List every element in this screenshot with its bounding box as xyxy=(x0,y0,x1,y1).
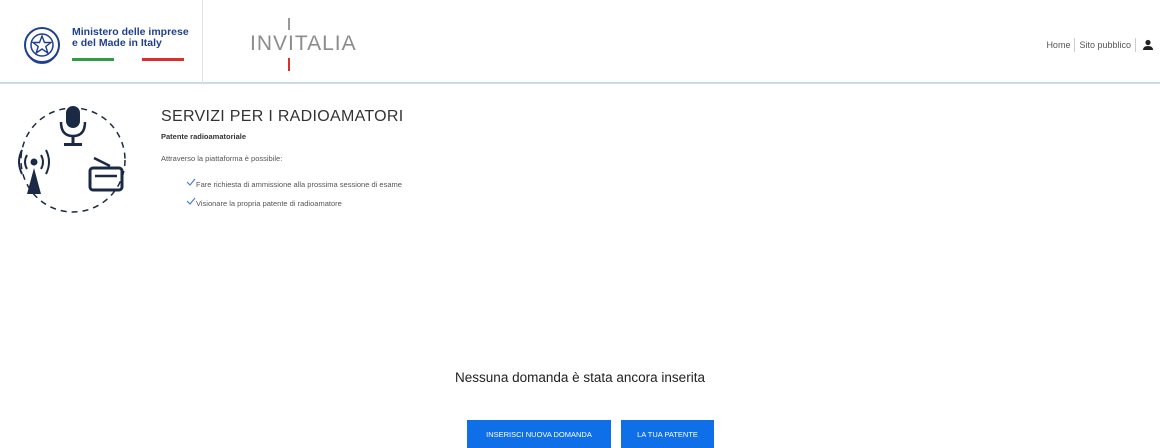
radio-services-illustration-icon xyxy=(18,106,126,213)
ministry-logo[interactable]: Ministero delle imprese e del Made in It… xyxy=(22,24,192,68)
nav-home-link[interactable]: Home xyxy=(1042,40,1074,50)
logo-bar-bottom xyxy=(288,58,290,71)
invitalia-logo[interactable]: INVITALIA xyxy=(250,14,360,72)
intro-text: Attraverso la piattaforma è possibile: xyxy=(161,154,283,163)
feature-list: Fare richiesta di ammissione alla prossi… xyxy=(186,178,402,218)
page-title: SERVIZI PER I RADIOAMATORI xyxy=(161,108,404,125)
feature-item: Fare richiesta di ammissione alla prossi… xyxy=(186,178,402,199)
checkmark-icon xyxy=(186,197,196,205)
nav-public-site-link[interactable]: Sito pubblico xyxy=(1075,40,1135,50)
top-navigation: Home Sito pubblico xyxy=(1042,38,1154,52)
header-divider xyxy=(202,0,203,84)
feature-item: Visionare la propria patente di radioama… xyxy=(186,197,402,218)
flag-stripe-green xyxy=(72,58,114,61)
your-license-button[interactable]: La tua patente xyxy=(621,420,714,448)
nav-divider xyxy=(1135,38,1136,52)
feature-text: Visionare la propria patente di radioama… xyxy=(196,199,342,208)
italian-emblem-icon xyxy=(24,27,60,64)
ministry-name: Ministero delle imprese e del Made in It… xyxy=(72,26,189,49)
page-subtitle: Patente radioamatoriale xyxy=(161,132,247,141)
new-request-button[interactable]: Inserisci nuova domanda xyxy=(467,420,611,448)
flag-stripe-red xyxy=(142,58,184,61)
user-icon[interactable] xyxy=(1142,39,1154,51)
brand-name: INVITALIA xyxy=(250,32,357,55)
checkmark-icon xyxy=(186,178,196,186)
logo-bar-top xyxy=(288,18,290,30)
header: Ministero delle imprese e del Made in It… xyxy=(0,0,1160,84)
empty-state-message: Nessuna domanda è stata ancora inserita xyxy=(455,370,705,385)
feature-text: Fare richiesta di ammissione alla prossi… xyxy=(196,180,402,189)
